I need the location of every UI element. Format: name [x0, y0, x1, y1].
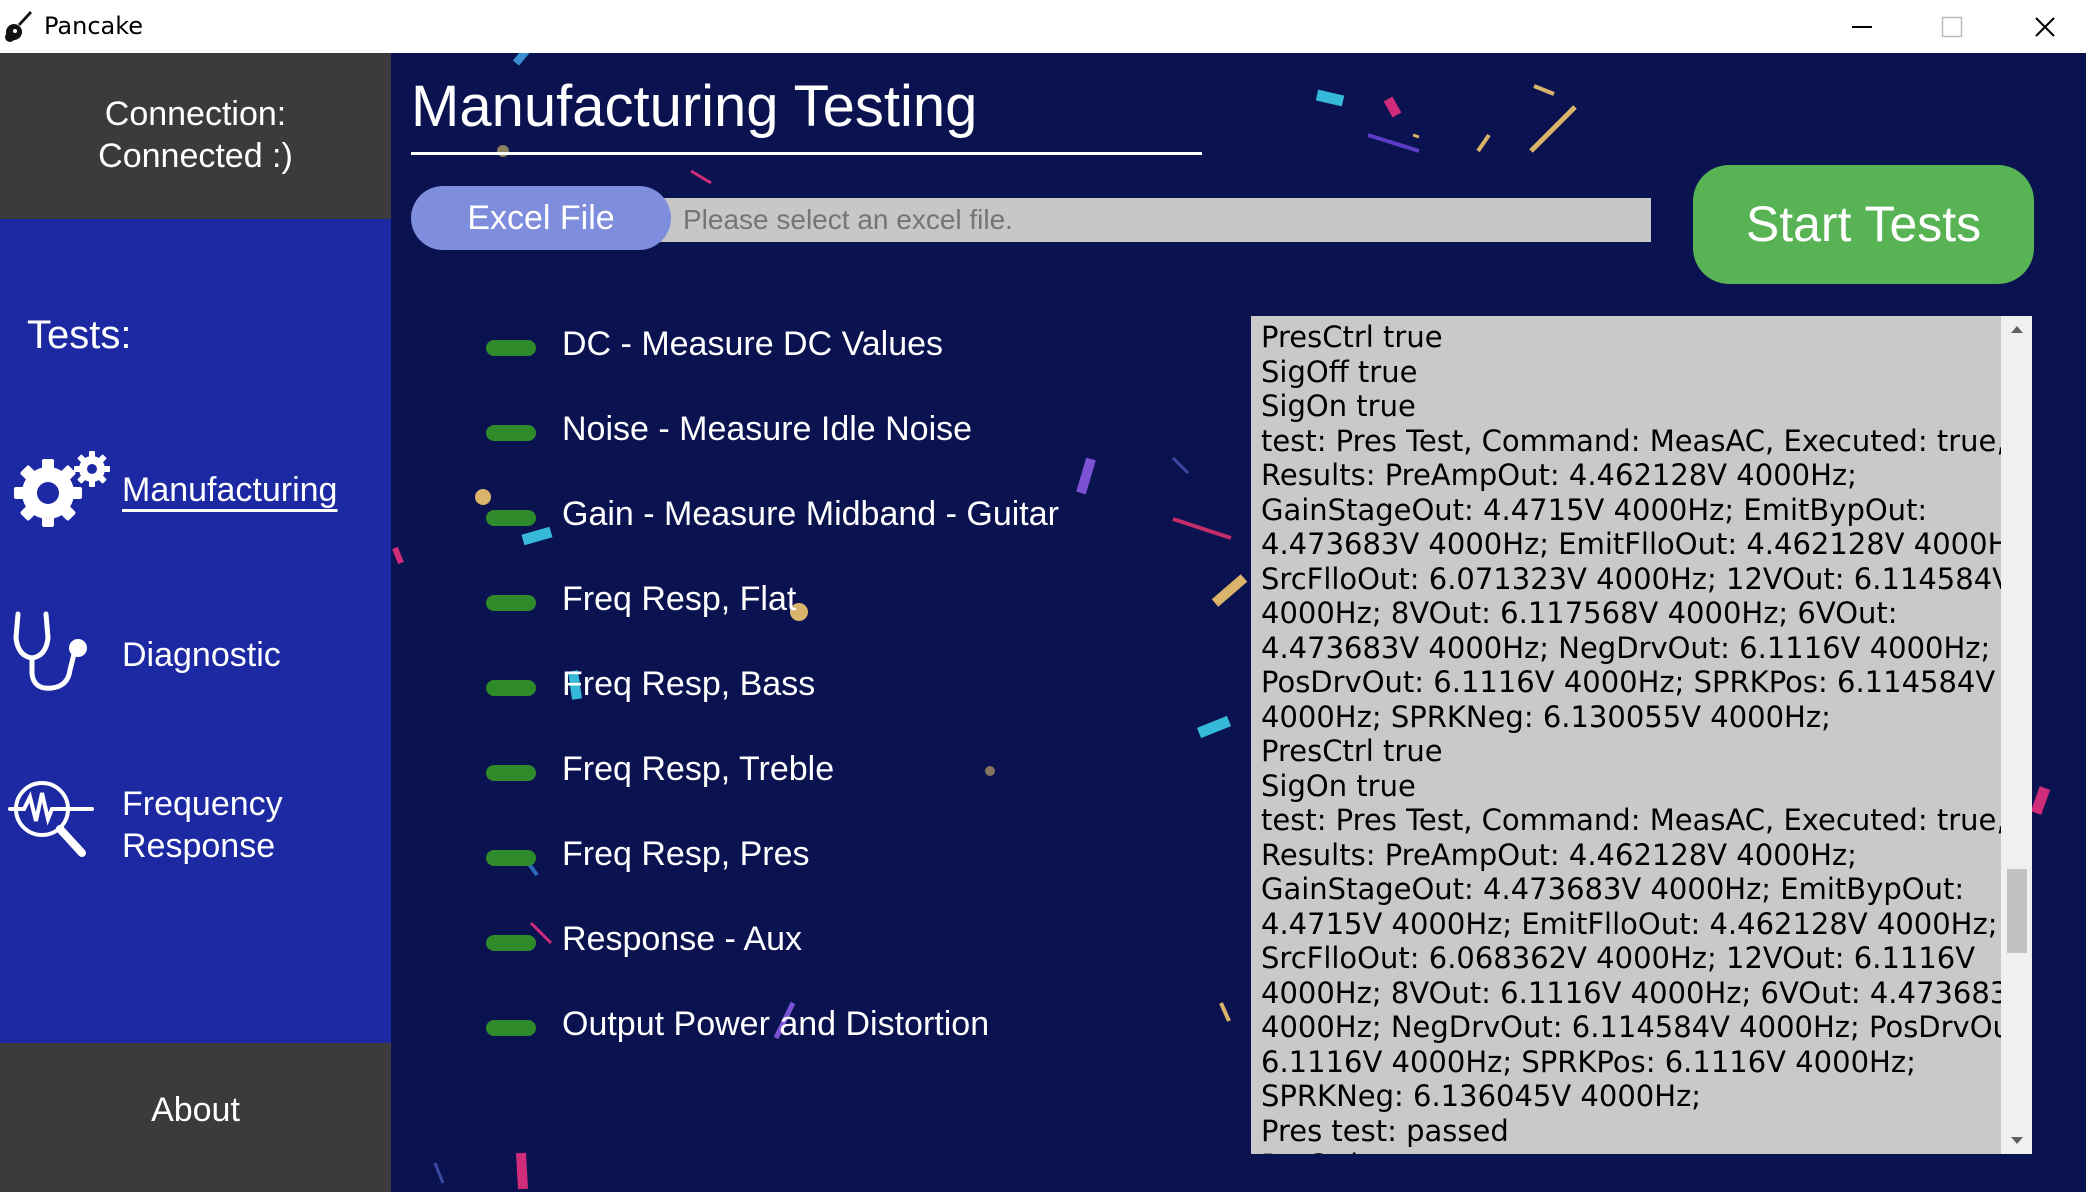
guitar-icon — [5, 11, 32, 42]
scroll-up-button[interactable] — [2001, 316, 2032, 342]
sidebar-item-diagnostic[interactable]: Diagnostic — [0, 608, 391, 718]
excel-file-input[interactable] — [641, 198, 1651, 242]
sidebar-item-label: Diagnostic — [122, 636, 281, 674]
list-item[interactable]: Response - Aux — [486, 910, 1186, 970]
chevron-down-icon — [2010, 1137, 2023, 1144]
close-icon — [2035, 16, 2055, 37]
test-label: DC - Measure DC Values — [562, 325, 944, 363]
minimize-icon — [1852, 25, 1872, 28]
status-indicator — [486, 595, 536, 611]
minimize-button[interactable] — [1822, 0, 1902, 53]
start-tests-button[interactable]: Start Tests — [1693, 165, 2034, 284]
stethoscope-icon — [13, 611, 87, 691]
list-item[interactable]: DC - Measure DC Values — [486, 315, 1186, 375]
log-output[interactable]: PresCtrl true SigOff true SigOn true tes… — [1251, 316, 2032, 1154]
test-label: Gain - Measure Midband - Guitar — [562, 495, 1059, 533]
connection-label: Connection: — [104, 95, 287, 133]
sidebar-item-label-line2: Response — [122, 827, 276, 865]
sidebar-item-label-line1: Frequency — [122, 785, 283, 823]
connection-value: Connected :) — [98, 137, 293, 175]
list-item[interactable]: Freq Resp, Bass — [486, 655, 1186, 715]
maximize-icon — [1941, 16, 1963, 37]
list-item[interactable]: Output Power and Distortion — [486, 995, 1186, 1055]
status-indicator — [486, 935, 536, 951]
page-title: Manufacturing Testing — [411, 73, 1202, 155]
magnifier-waveform-icon — [8, 781, 94, 857]
sidebar-item-frequency-response[interactable]: Frequency Response — [0, 773, 391, 883]
test-label: Response - Aux — [562, 920, 803, 958]
status-indicator — [486, 1020, 536, 1036]
sidebar-item-label: Manufacturing — [122, 471, 338, 509]
sidebar: Connection: Connected :) Tests: Manufact… — [0, 53, 391, 1192]
status-indicator — [486, 765, 536, 781]
log-text: PresCtrl true SigOff true SigOn true tes… — [1261, 320, 2032, 1154]
test-label: Noise - Measure Idle Noise — [562, 410, 973, 448]
test-label: Output Power and Distortion — [562, 1005, 990, 1043]
title-bar: Pancake — [0, 0, 2086, 53]
list-item[interactable]: Freq Resp, Pres — [486, 825, 1186, 885]
status-indicator — [486, 850, 536, 866]
maximize-button[interactable] — [1912, 0, 1992, 53]
status-indicator — [486, 340, 536, 356]
close-button[interactable] — [2005, 0, 2085, 53]
test-label: Freq Resp, Treble — [562, 750, 835, 788]
sidebar-item-manufacturing[interactable]: Manufacturing — [0, 443, 391, 553]
status-indicator — [486, 425, 536, 441]
list-item[interactable]: Noise - Measure Idle Noise — [486, 400, 1186, 460]
connection-status: Connection: Connected :) — [0, 53, 391, 219]
status-indicator — [486, 510, 536, 526]
scroll-thumb[interactable] — [2007, 869, 2027, 953]
list-item[interactable]: Gain - Measure Midband - Guitar — [486, 485, 1186, 545]
test-label: Freq Resp, Bass — [562, 665, 816, 703]
main-panel: Manufacturing Testing Excel File Start T… — [391, 53, 2086, 1192]
gears-icon — [14, 451, 110, 527]
chevron-up-icon — [2010, 326, 2023, 333]
log-scrollbar[interactable] — [2001, 316, 2032, 1154]
status-indicator — [486, 680, 536, 696]
excel-file-button[interactable]: Excel File — [411, 186, 671, 250]
test-label: Freq Resp, Flat — [562, 580, 797, 618]
tests-heading: Tests: — [27, 313, 132, 357]
list-item[interactable]: Freq Resp, Flat — [486, 570, 1186, 630]
about-button[interactable]: About — [0, 1043, 391, 1192]
sidebar-item-label: Frequency Response — [122, 783, 283, 867]
window-title: Pancake — [44, 12, 144, 40]
test-label: Freq Resp, Pres — [562, 835, 810, 873]
list-item[interactable]: Freq Resp, Treble — [486, 740, 1186, 800]
scroll-down-button[interactable] — [2001, 1128, 2032, 1154]
